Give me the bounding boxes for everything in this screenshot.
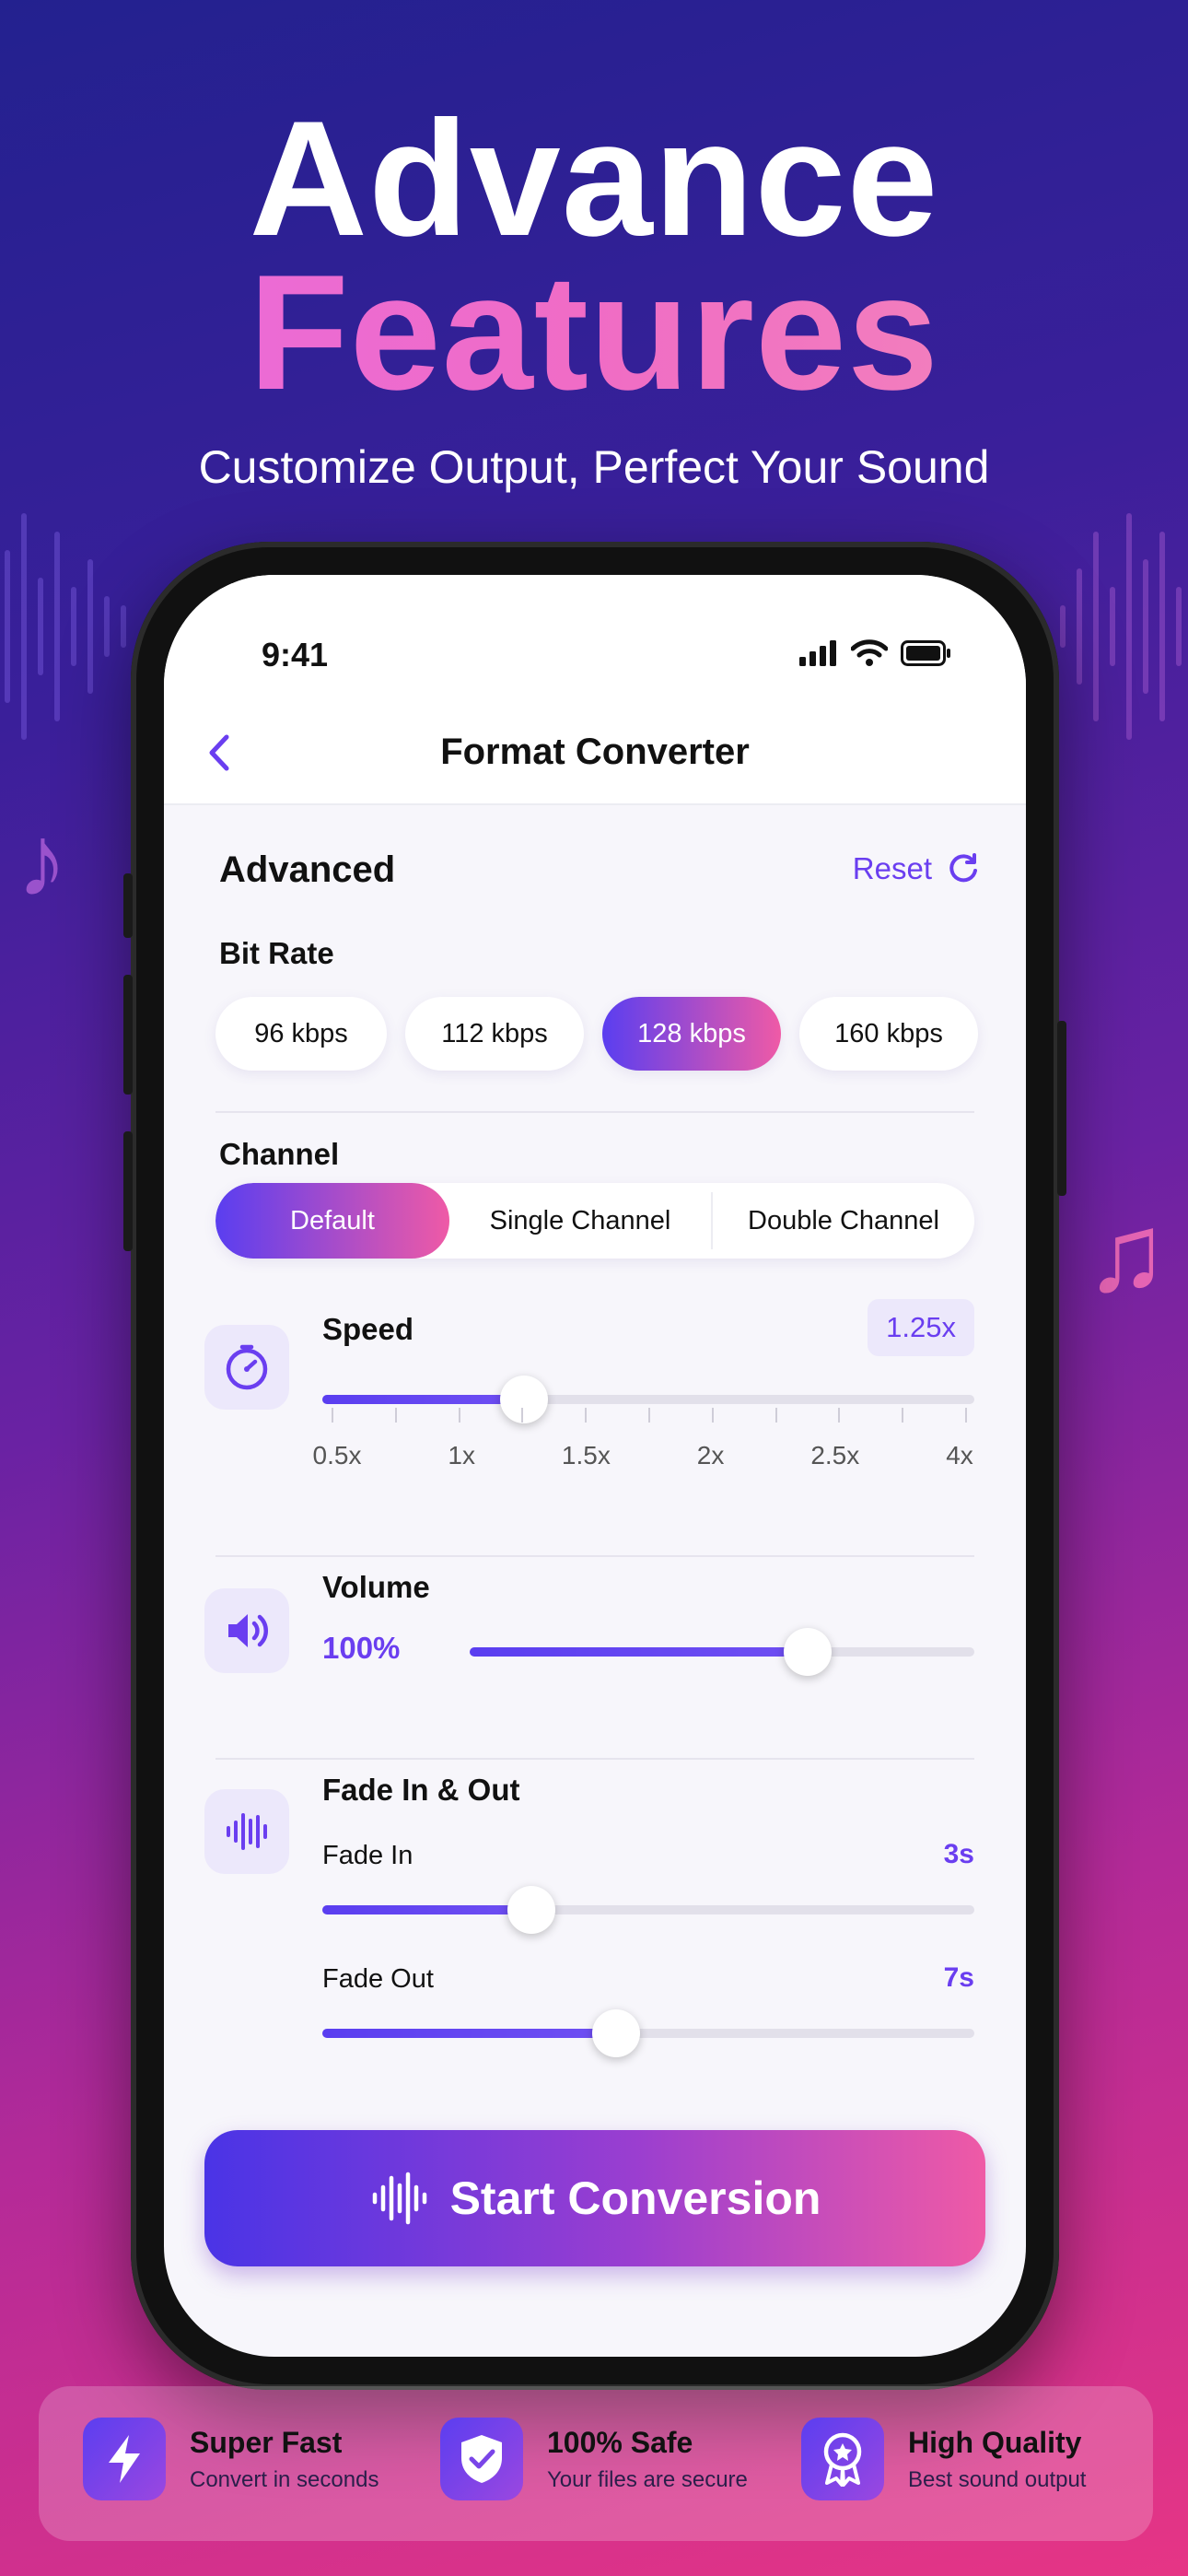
bitrate-chip-160[interactable]: 160 kbps: [799, 997, 978, 1071]
signal-icon: [799, 640, 836, 666]
fade-out-slider-fill: [322, 2029, 616, 2038]
speed-label: Speed: [322, 1312, 414, 1346]
speed-tick-mark: [965, 1408, 967, 1423]
app-screen: 9:41 Format Converter Advanced Reset Bit…: [164, 575, 1026, 2357]
speed-tick-label: 2.5x: [810, 1441, 860, 1469]
speed-tick-mark: [711, 1408, 714, 1423]
speed-tick-mark: [332, 1408, 333, 1423]
phone-volume-up-button: [123, 975, 133, 1095]
speed-tick-mark: [458, 1408, 460, 1423]
speed-tick-mark: [521, 1408, 524, 1423]
section-divider: [215, 1111, 974, 1113]
speed-slider-thumb[interactable]: [500, 1376, 548, 1423]
fade-in-slider[interactable]: [322, 1886, 974, 1934]
fade-icon-tile: [204, 1789, 289, 1874]
feature-subtitle: Best sound output: [908, 2466, 1087, 2492]
phone-power-button: [1057, 1021, 1066, 1196]
channel-label: Channel: [219, 1137, 340, 1171]
start-conversion-button[interactable]: Start Conversion: [204, 2130, 985, 2266]
reset-refresh-icon: [949, 853, 977, 883]
fade-in-slider-fill: [322, 1905, 531, 1914]
advanced-heading: Advanced: [219, 849, 396, 890]
award-badge-icon: [801, 2418, 884, 2500]
speed-tick-label: 0.5x: [312, 1441, 362, 1469]
feature-subtitle: Your files are secure: [547, 2466, 748, 2492]
speed-tick-mark: [648, 1408, 650, 1423]
speed-slider-fill: [322, 1395, 524, 1404]
hero-title-line1: Advance: [249, 87, 939, 270]
status-time: 9:41: [262, 636, 329, 673]
feature-super-fast: Super Fast Convert in seconds: [83, 2418, 379, 2500]
speed-tick-label: 1x: [448, 1441, 475, 1469]
fade-out-label: Fade Out: [322, 1964, 434, 1994]
feature-safe: 100% Safe Your files are secure: [440, 2418, 748, 2500]
speed-slider[interactable]: [322, 1376, 974, 1423]
fade-out-value: 7s: [943, 1962, 974, 1993]
feature-title: 100% Safe: [547, 2425, 693, 2459]
channel-option-default[interactable]: Default: [215, 1183, 449, 1259]
start-conversion-label: Start Conversion: [449, 2172, 821, 2224]
bitrate-chip-112[interactable]: 112 kbps: [405, 997, 584, 1071]
channel-option-single[interactable]: Single Channel: [449, 1183, 711, 1259]
speed-tick-label: 1.5x: [561, 1441, 611, 1469]
music-notes-icon: ♫: [1085, 1191, 1168, 1315]
volume-label: Volume: [322, 1570, 430, 1604]
waveform-icon: [372, 2172, 426, 2225]
feature-high-quality: High Quality Best sound output: [801, 2418, 1086, 2500]
sound-wave-decoration-right: [1060, 513, 1182, 740]
channel-option-double[interactable]: Double Channel: [713, 1183, 974, 1259]
status-icons: [799, 639, 952, 667]
reset-label: Reset: [852, 851, 932, 885]
wifi-icon: [851, 639, 888, 666]
feature-subtitle: Convert in seconds: [190, 2466, 379, 2492]
features-bar: Super Fast Convert in seconds 100% Safe …: [39, 2386, 1153, 2541]
sound-wave-decoration-left: [5, 513, 126, 740]
phone-volume-down-button: [123, 1131, 133, 1251]
feature-title: Super Fast: [190, 2425, 343, 2459]
fade-in-label: Fade In: [322, 1841, 413, 1870]
speed-tick-mark: [775, 1408, 777, 1423]
speed-tick-label: 4x: [946, 1441, 973, 1469]
speaker-volume-icon: [228, 1614, 269, 1647]
feature-title: High Quality: [908, 2425, 1082, 2459]
speed-value-badge: 1.25x: [868, 1299, 974, 1356]
lightning-icon: [83, 2418, 166, 2500]
hero-title-line2: Features: [0, 251, 1188, 415]
speed-tick-mark: [902, 1408, 904, 1423]
battery-icon: [901, 640, 950, 666]
speedometer-icon: [226, 1344, 268, 1390]
fade-out-slider-thumb[interactable]: [592, 2009, 640, 2057]
bit-rate-label: Bit Rate: [219, 936, 334, 970]
phone-side-button: [123, 873, 133, 938]
reset-button[interactable]: Reset: [853, 851, 980, 886]
fade-in-value: 3s: [943, 1839, 974, 1869]
speed-icon-tile: [204, 1325, 289, 1410]
channel-segmented-control: Default Single Channel Double Channel: [215, 1183, 974, 1259]
volume-slider-fill: [470, 1647, 808, 1657]
fade-in-slider-thumb[interactable]: [507, 1886, 555, 1934]
volume-icon-tile: [204, 1588, 289, 1673]
fade-out-slider[interactable]: [322, 2009, 974, 2057]
speed-tick-label: 2x: [696, 1441, 725, 1469]
nav-bar: Format Converter: [164, 704, 1026, 805]
status-bar: 9:41: [164, 575, 1026, 704]
hero-subtitle: Customize Output, Perfect Your Sound: [198, 441, 990, 493]
speed-tick-mark: [838, 1408, 841, 1423]
bitrate-chip-128[interactable]: 128 kbps: [602, 997, 781, 1071]
volume-slider[interactable]: [470, 1628, 974, 1676]
phone-frame: 9:41 Format Converter Advanced Reset Bit…: [123, 542, 1066, 2390]
shield-check-icon: [440, 2418, 523, 2500]
section-divider: [215, 1555, 974, 1557]
speed-tick-mark: [394, 1408, 397, 1423]
volume-value: 100%: [322, 1631, 401, 1665]
speed-tick-mark: [585, 1408, 588, 1423]
section-divider: [215, 1758, 974, 1760]
music-note-icon: ♪: [17, 804, 67, 918]
fade-label: Fade In & Out: [322, 1773, 520, 1807]
audio-waveform-icon: [227, 1813, 267, 1850]
bitrate-chip-96[interactable]: 96 kbps: [215, 997, 387, 1071]
nav-title: Format Converter: [440, 732, 750, 772]
volume-slider-thumb[interactable]: [784, 1628, 832, 1676]
